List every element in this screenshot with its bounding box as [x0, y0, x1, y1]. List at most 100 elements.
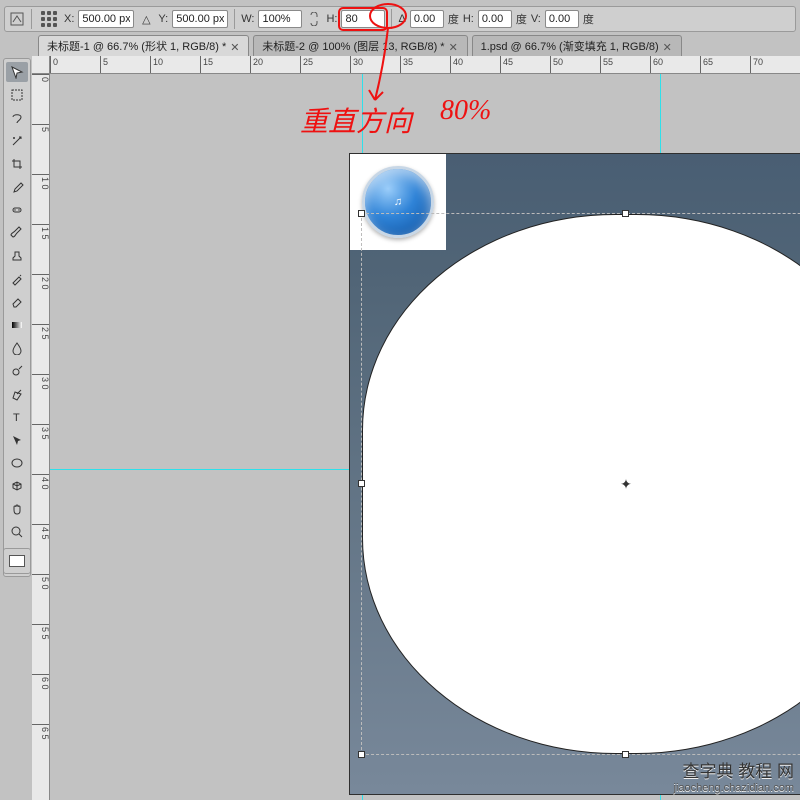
move-tool[interactable]	[6, 62, 28, 82]
h-label: H:	[326, 13, 337, 25]
hskew-unit: 度	[516, 11, 527, 27]
ruler-tick: 5 0	[32, 574, 50, 590]
eraser-tool[interactable]	[6, 292, 28, 312]
heal-tool[interactable]	[6, 200, 28, 220]
watermark: 查字典 教程 网 jiaocheng.chazidian.com	[674, 764, 794, 796]
y-input[interactable]	[172, 10, 228, 28]
crop-tool[interactable]	[6, 154, 28, 174]
path-select-tool[interactable]	[6, 430, 28, 450]
ruler-tick: 3 5	[32, 424, 50, 440]
toolbox: T	[3, 58, 31, 577]
handle-bot-mid[interactable]	[622, 751, 629, 758]
delta-y-icon: △	[138, 11, 154, 27]
ruler-tick: 30	[350, 56, 363, 74]
ruler-tick: 2 5	[32, 324, 50, 340]
link-icon[interactable]	[306, 11, 322, 27]
transform-bounding-box[interactable]: ✦	[361, 213, 800, 755]
shape-tool[interactable]	[6, 453, 28, 473]
ruler-origin[interactable]	[32, 56, 50, 74]
ruler-tick: 15	[200, 56, 213, 74]
rotate-label: Δ	[398, 13, 405, 25]
rotate-unit: 度	[448, 11, 459, 27]
music-note-icon: ♫	[394, 196, 402, 208]
vskew-unit: 度	[583, 11, 594, 27]
ruler-tick: 55	[600, 56, 613, 74]
history-brush-tool[interactable]	[6, 269, 28, 289]
svg-text:T: T	[13, 412, 20, 424]
rotate-input[interactable]	[410, 10, 444, 28]
watermark-line1: 查字典 教程 网	[674, 764, 794, 780]
reference-point-grid[interactable]	[38, 10, 60, 28]
quickmask-icon[interactable]	[9, 555, 25, 567]
ruler-tick: 1 5	[32, 224, 50, 240]
ruler-tick: 25	[300, 56, 313, 74]
type-tool[interactable]: T	[6, 407, 28, 427]
h-input[interactable]	[341, 10, 385, 28]
marquee-tool[interactable]	[6, 85, 28, 105]
x-label: X:	[64, 13, 74, 25]
tool-preset-icon[interactable]	[9, 11, 25, 27]
transform-center-icon[interactable]: ✦	[620, 478, 632, 490]
handle-mid-left[interactable]	[358, 480, 365, 487]
ruler-tick: 60	[650, 56, 663, 74]
dodge-tool[interactable]	[6, 361, 28, 381]
ruler-tick: 20	[250, 56, 263, 74]
ruler-tick: 5	[32, 124, 50, 132]
ruler-tick: 0	[50, 56, 58, 74]
blur-tool[interactable]	[6, 338, 28, 358]
ruler-tick: 45	[500, 56, 513, 74]
close-icon[interactable]: ✕	[449, 41, 459, 51]
gradient-tool[interactable]	[6, 315, 28, 335]
3d-tool[interactable]	[6, 476, 28, 496]
ruler-tick: 35	[400, 56, 413, 74]
separator	[391, 9, 392, 29]
vskew-label: V:	[531, 13, 541, 25]
document-canvas[interactable]: ♫ ✦	[350, 154, 800, 794]
close-icon[interactable]: ✕	[663, 41, 673, 51]
hskew-label: H:	[463, 13, 474, 25]
zoom-tool[interactable]	[6, 522, 28, 542]
w-input[interactable]	[258, 10, 302, 28]
stamp-tool[interactable]	[6, 246, 28, 266]
ruler-tick: 65	[700, 56, 713, 74]
lasso-tool[interactable]	[6, 108, 28, 128]
vertical-ruler[interactable]: 051 01 52 02 53 03 54 04 55 05 56 06 5	[32, 74, 50, 800]
ruler-tick: 3 0	[32, 374, 50, 390]
close-icon[interactable]: ✕	[230, 41, 240, 51]
horizontal-ruler[interactable]: 051015202530354045505560657075	[50, 56, 800, 74]
brush-tool[interactable]	[6, 223, 28, 243]
options-bar: X: △ Y: W: H: Δ 度 H: 度 V: 度	[4, 6, 796, 32]
tab-doc-3[interactable]: 1.psd @ 66.7% (渐变填充 1, RGB/8) ✕	[472, 35, 682, 56]
ruler-tick: 50	[550, 56, 563, 74]
handle-top-left[interactable]	[358, 210, 365, 217]
quickmask-panel	[3, 548, 31, 574]
x-input[interactable]	[78, 10, 134, 28]
tab-doc-2[interactable]: 未标题-2 @ 100% (图层 13, RGB/8) * ✕	[253, 35, 467, 56]
ruler-tick: 1 0	[32, 174, 50, 190]
pen-tool[interactable]	[6, 384, 28, 404]
ruler-tick: 4 5	[32, 524, 50, 540]
tab-label: 未标题-1 @ 66.7% (形状 1, RGB/8) *	[47, 38, 226, 54]
wand-tool[interactable]	[6, 131, 28, 151]
ruler-tick: 5 5	[32, 624, 50, 640]
handle-bot-left[interactable]	[358, 751, 365, 758]
tab-doc-1[interactable]: 未标题-1 @ 66.7% (形状 1, RGB/8) * ✕	[38, 35, 249, 56]
document-tabs: 未标题-1 @ 66.7% (形状 1, RGB/8) * ✕ 未标题-2 @ 1…	[32, 36, 796, 56]
tab-label: 1.psd @ 66.7% (渐变填充 1, RGB/8)	[481, 38, 659, 54]
vskew-input[interactable]	[545, 10, 579, 28]
ruler-tick: 6 0	[32, 674, 50, 690]
ruler-tick: 2 0	[32, 274, 50, 290]
watermark-line2: jiaocheng.chazidian.com	[674, 780, 794, 796]
ruler-tick: 5	[100, 56, 108, 74]
canvas-viewport[interactable]: ♫ ✦	[50, 74, 800, 800]
tab-label: 未标题-2 @ 100% (图层 13, RGB/8) *	[262, 38, 444, 54]
hand-tool[interactable]	[6, 499, 28, 519]
separator	[234, 9, 235, 29]
separator	[31, 9, 32, 29]
ruler-tick: 40	[450, 56, 463, 74]
ruler-tick: 10	[150, 56, 163, 74]
eyedropper-tool[interactable]	[6, 177, 28, 197]
handle-top-mid[interactable]	[622, 210, 629, 217]
ruler-tick: 6 5	[32, 724, 50, 740]
hskew-input[interactable]	[478, 10, 512, 28]
